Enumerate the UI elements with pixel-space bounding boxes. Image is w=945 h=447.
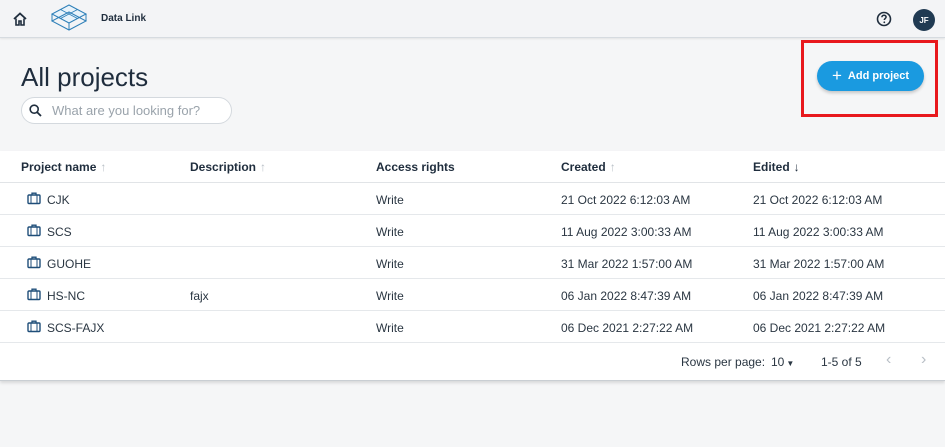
home-icon[interactable] [12, 11, 28, 27]
created-cell: 31 Mar 2022 1:57:00 AM [561, 257, 693, 271]
briefcase-icon [27, 224, 41, 237]
search-input[interactable] [52, 101, 227, 120]
add-project-label: Add project [847, 70, 910, 82]
edited-cell: 06 Jan 2022 8:47:39 AM [753, 289, 884, 303]
search-icon [29, 104, 42, 117]
rows-per-page-select[interactable]: 10 ▼ [771, 355, 794, 369]
table-row[interactable]: SCS Write 11 Aug 2022 3:00:33 AM 11 Aug … [0, 215, 945, 247]
help-icon[interactable] [876, 11, 892, 27]
created-cell: 11 Aug 2022 3:00:33 AM [561, 225, 692, 239]
rows-per-page-value: 10 [771, 355, 785, 369]
edited-cell: 06 Dec 2021 2:27:22 AM [753, 321, 886, 335]
briefcase-icon [27, 320, 41, 333]
project-name-cell[interactable]: SCS-FAJX [47, 321, 104, 335]
project-name-cell[interactable]: SCS [47, 225, 72, 239]
access-rights-cell: Write [376, 289, 404, 303]
chevron-right-icon[interactable]: › [921, 351, 926, 369]
edited-cell: 11 Aug 2022 3:00:33 AM [753, 225, 884, 239]
project-name-cell[interactable]: GUOHE [47, 257, 91, 271]
caret-down-icon: ▼ [786, 359, 795, 368]
pagination-range: 1-5 of 5 [821, 355, 862, 369]
add-project-button[interactable]: + Add project [817, 61, 924, 91]
table-row[interactable]: CJK Write 21 Oct 2022 6:12:03 AM 21 Oct … [0, 183, 945, 215]
page-title: All projects [21, 62, 149, 92]
table-header: Project name ↑ Description ↑ Access righ… [0, 151, 945, 183]
access-rights-cell: Write [376, 321, 404, 335]
description-cell: fajx [190, 289, 209, 303]
pagination-bar: Rows per page: 10 ▼ 1-5 of 5 ‹ › [0, 347, 945, 377]
briefcase-icon [27, 288, 41, 301]
created-cell: 21 Oct 2022 6:12:03 AM [561, 193, 691, 207]
rows-per-page-label: Rows per page: [681, 355, 766, 369]
briefcase-icon [27, 192, 41, 205]
sort-arrow-up-icon: ↑ [260, 160, 267, 174]
data-link-logo-icon[interactable] [50, 3, 88, 33]
sort-arrow-down-icon: ↓ [793, 160, 800, 174]
sort-arrow-up-icon: ↑ [100, 160, 107, 174]
column-header-description[interactable]: Description ↑ [190, 160, 266, 174]
table-row[interactable]: HS-NC fajx Write 06 Jan 2022 8:47:39 AM … [0, 279, 945, 311]
access-rights-cell: Write [376, 225, 404, 239]
project-name-cell[interactable]: HS-NC [47, 289, 85, 303]
sort-arrow-up-icon: ↑ [609, 160, 616, 174]
column-header-edited[interactable]: Edited ↓ [753, 160, 800, 174]
chevron-left-icon[interactable]: ‹ [886, 351, 891, 369]
column-header-created[interactable]: Created ↑ [561, 160, 616, 174]
user-avatar[interactable]: JF [913, 9, 935, 31]
created-cell: 06 Jan 2022 8:47:39 AM [561, 289, 692, 303]
projects-table: Project name ↑ Description ↑ Access righ… [0, 151, 945, 381]
access-rights-cell: Write [376, 193, 404, 207]
briefcase-icon [27, 256, 41, 269]
access-rights-cell: Write [376, 257, 404, 271]
search-box[interactable] [21, 97, 232, 124]
app-title: Data Link [101, 13, 147, 24]
created-cell: 06 Dec 2021 2:27:22 AM [561, 321, 694, 335]
top-bar: Data Link JF [0, 0, 945, 38]
edited-cell: 21 Oct 2022 6:12:03 AM [753, 193, 883, 207]
column-header-access-rights: Access rights [376, 160, 455, 174]
table-row[interactable]: GUOHE Write 31 Mar 2022 1:57:00 AM 31 Ma… [0, 247, 945, 279]
project-name-cell[interactable]: CJK [47, 193, 70, 207]
table-row[interactable]: SCS-FAJX Write 06 Dec 2021 2:27:22 AM 06… [0, 311, 945, 343]
plus-icon: + [831, 66, 842, 85]
edited-cell: 31 Mar 2022 1:57:00 AM [753, 257, 885, 271]
column-header-project-name[interactable]: Project name ↑ [21, 160, 106, 174]
